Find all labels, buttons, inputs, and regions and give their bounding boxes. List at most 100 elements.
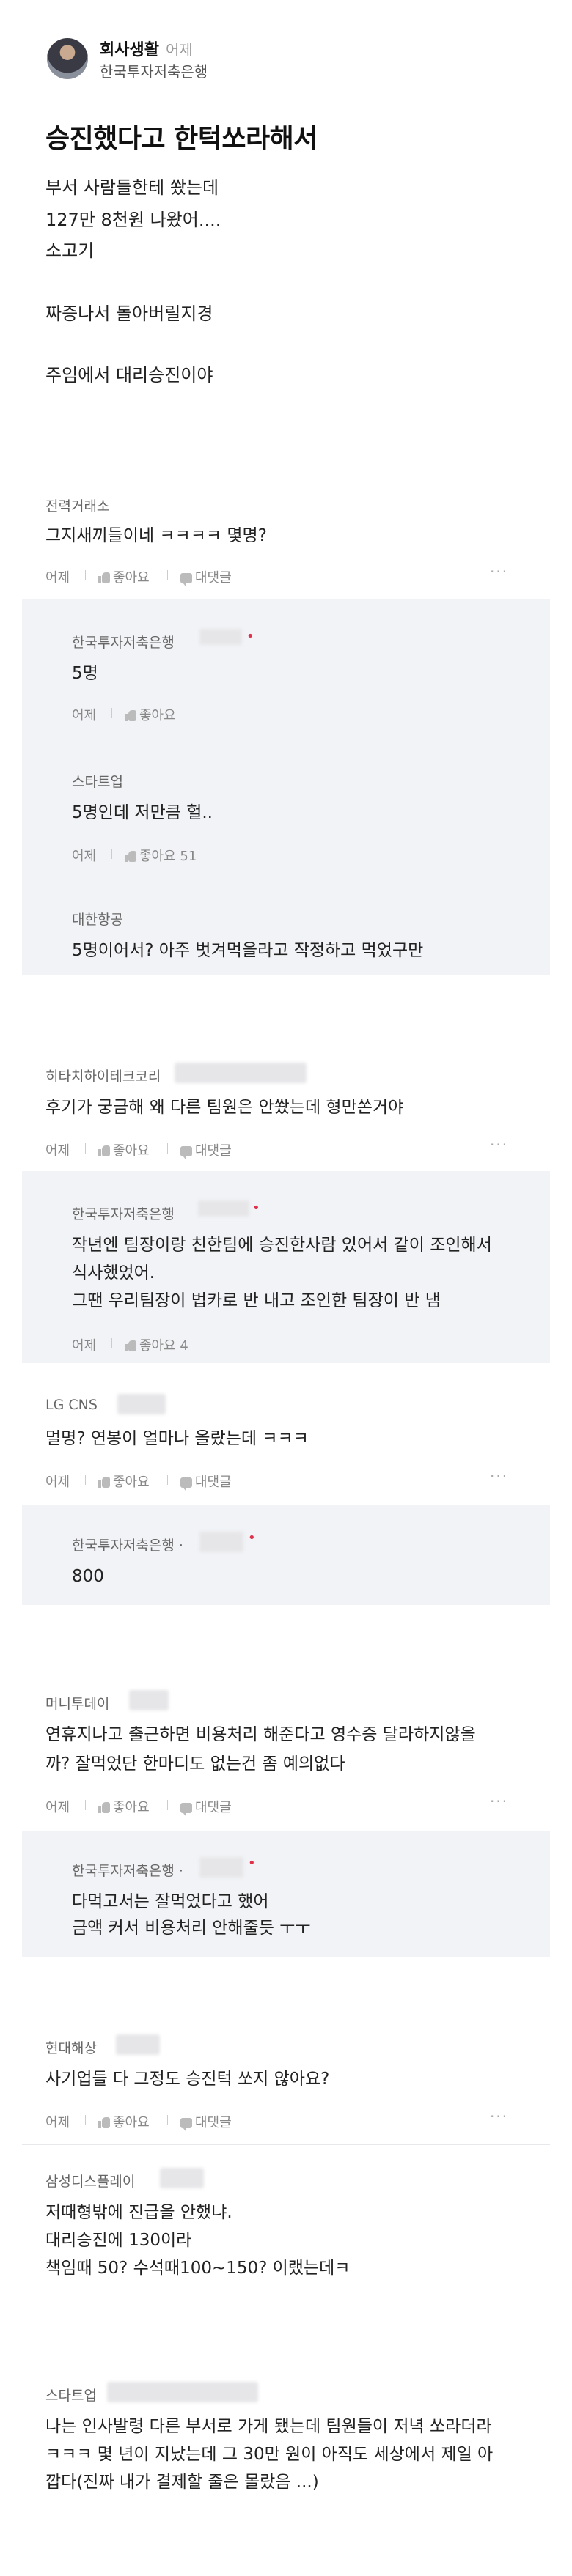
blurred-nickname [175, 1063, 307, 1083]
comment-actions: 어제 좋아요 대댓글 [45, 567, 529, 587]
comment-text: 사기업들 다 그정도 승진턱 쏘지 않아요? [45, 2070, 330, 2089]
comment-company: 한국투자저축은행 · [72, 1863, 183, 1879]
thumbs-up-icon [98, 1145, 110, 1156]
like-button[interactable]: 좋아요 51 [125, 846, 197, 865]
thumbs-up-icon [98, 1476, 110, 1488]
comment-text: 다먹고서는 잘먹었다고 했어 [72, 1892, 269, 1911]
speech-bubble-icon [180, 573, 192, 587]
blurred-nickname [116, 2034, 160, 2055]
comment-company: 머니투데이 [45, 1696, 110, 1712]
blurred-nickname [129, 1690, 169, 1710]
more-options-icon[interactable]: ··· [490, 1136, 508, 1154]
comment-time: 어제 [45, 2115, 70, 2130]
blurred-nickname [199, 629, 242, 645]
thumbs-up-icon [125, 850, 136, 862]
author-badge: • [248, 1530, 256, 1546]
comment-time: 어제 [72, 1338, 97, 1354]
like-button[interactable]: 좋아요 [98, 2112, 150, 2131]
comment-text: 작년엔 팀장이랑 친한팀에 승진한사람 있어서 같이 조인해서 [72, 1236, 492, 1255]
speech-bubble-icon [180, 1803, 192, 1817]
comment-text: ㅋㅋㅋ 몇 년이 지났는데 그 30만 원이 아직도 세상에서 제일 아 [45, 2445, 494, 2464]
comment-text: 저때형밖에 진급을 안했냐. [45, 2203, 232, 2222]
comment-company: 한국투자저축은행 [72, 635, 175, 651]
comment-company: 전력거래소 [45, 498, 110, 514]
speech-bubble-icon [180, 1146, 192, 1160]
like-button[interactable]: 좋아요 [125, 705, 176, 724]
comment-time: 어제 [45, 1800, 70, 1815]
comment-time: 어제 [72, 708, 97, 723]
comment-company: 스타트업 [72, 774, 123, 790]
comment-company: LG CNS [45, 1397, 98, 1413]
like-button[interactable]: 좋아요 [98, 1797, 150, 1816]
reply-button[interactable]: 대댓글 [180, 1472, 232, 1491]
blurred-nickname [160, 2168, 204, 2188]
comment-actions: 어제 좋아요 대댓글 [45, 1797, 529, 1817]
thumbs-up-icon [98, 2116, 110, 2128]
comment-company: 대한항공 [72, 912, 123, 928]
comment-text: 나는 인사발령 다른 부서로 가게 됐는데 팀원들이 저녁 쏘라더라 [45, 2417, 492, 2436]
comment-text: 그지새끼들이네 ㅋㅋㅋㅋ 몇명? [45, 526, 267, 545]
post-body-line: 소고기 [45, 240, 95, 261]
blurred-nickname [199, 1532, 243, 1552]
post-title: 승진했다고 한턱쏘라해서 [45, 124, 318, 154]
post-body-line: 부서 사람들한테 쐈는데 [45, 177, 219, 198]
comment-text: 5명이어서? 아주 벗겨먹을라고 작정하고 먹었구만 [72, 941, 424, 960]
comment-text: 금액 커서 비용처리 안해줄듯 ㅜㅜ [72, 1919, 311, 1938]
comment-company: 한국투자저축은행 · [72, 1538, 183, 1554]
author-badge: • [248, 1856, 256, 1871]
comment-text: 후기가 궁금해 왜 다른 팀원은 안쐈는데 형만쏜거야 [45, 1098, 404, 1117]
thumbs-up-icon [98, 1801, 110, 1813]
comment-text: 800 [72, 1567, 104, 1586]
thumbs-up-icon [98, 572, 110, 583]
comment-time: 어제 [45, 1143, 70, 1159]
comment-time: 어제 [72, 849, 97, 864]
post-body-line: 주임에서 대리승진이야 [45, 365, 213, 385]
divider [22, 2144, 550, 2145]
reply-button[interactable]: 대댓글 [180, 1797, 232, 1817]
like-button[interactable]: 좋아요 [98, 567, 150, 586]
comment-actions: 어제 좋아요 [72, 705, 292, 723]
like-button[interactable]: 좋아요 4 [125, 1335, 188, 1354]
like-button[interactable]: 좋아요 [98, 1140, 150, 1159]
comment-text: 까? 잘먹었단 한마디도 없는건 좀 예의없다 [45, 1754, 345, 1774]
comment-company: 한국투자저축은행 [72, 1206, 175, 1222]
comment-text: 멀명? 연봉이 얼마나 올랐는데 ㅋㅋㅋ [45, 1429, 309, 1448]
more-options-icon[interactable]: ··· [490, 563, 508, 580]
more-options-icon[interactable]: ··· [490, 1467, 508, 1485]
comment-text: 대리승진에 130이라 [45, 2231, 192, 2250]
comment-actions: 어제 좋아요 대댓글 [45, 1472, 529, 1491]
speech-bubble-icon [180, 2118, 192, 2132]
comment-company: 삼성디스플레이 [45, 2174, 136, 2190]
thumbs-up-icon [125, 709, 136, 721]
more-options-icon[interactable]: ··· [490, 1793, 508, 1810]
comment-text: 식사했었어. [72, 1263, 155, 1283]
comment-company: 스타트업 [45, 2388, 97, 2404]
blurred-nickname [107, 2382, 258, 2402]
blurred-nickname [198, 1200, 249, 1217]
author-badge: • [246, 629, 254, 644]
comment-actions: 어제 좋아요 51 [72, 846, 292, 865]
reply-button[interactable]: 대댓글 [180, 1140, 232, 1160]
post-body-line: 짜증나서 돌아버릴지경 [45, 303, 213, 324]
reply-button[interactable]: 대댓글 [180, 2112, 232, 2132]
blurred-nickname [117, 1394, 166, 1414]
like-button[interactable]: 좋아요 [98, 1472, 150, 1491]
comment-text: 깝다(진짜 내가 결제할 줄은 몰랐음 ...) [45, 2473, 319, 2492]
reply-button[interactable]: 대댓글 [180, 567, 232, 587]
comment-actions: 어제 좋아요 4 [72, 1335, 292, 1354]
comment-text: 그땐 우리팀장이 법카로 반 내고 조인한 팀장이 반 냄 [72, 1291, 441, 1310]
more-options-icon[interactable]: ··· [490, 2108, 508, 2125]
speech-bubble-icon [180, 1477, 192, 1491]
author-avatar[interactable] [47, 38, 88, 79]
comment-text: 5명 [72, 664, 98, 683]
comment-time: 어제 [45, 1475, 70, 1490]
author-company: 한국투자저축은행 [100, 63, 208, 81]
author-badge: • [252, 1200, 260, 1216]
comment-text: 5명인데 저만큼 헐.. [72, 803, 213, 822]
comment-company: 히타치하이테크코리 [45, 1069, 161, 1085]
comment-company: 현대해상 [45, 2040, 97, 2056]
thumbs-up-icon [125, 1340, 136, 1351]
post-author[interactable]: 회사생활 [100, 37, 159, 60]
comment-text: 연휴지나고 출근하면 비용처리 해준다고 영수증 달라하지않을 [45, 1725, 476, 1744]
comment-text: 책임때 50? 수석때100~150? 이랬는데ㅋ [45, 2259, 351, 2278]
